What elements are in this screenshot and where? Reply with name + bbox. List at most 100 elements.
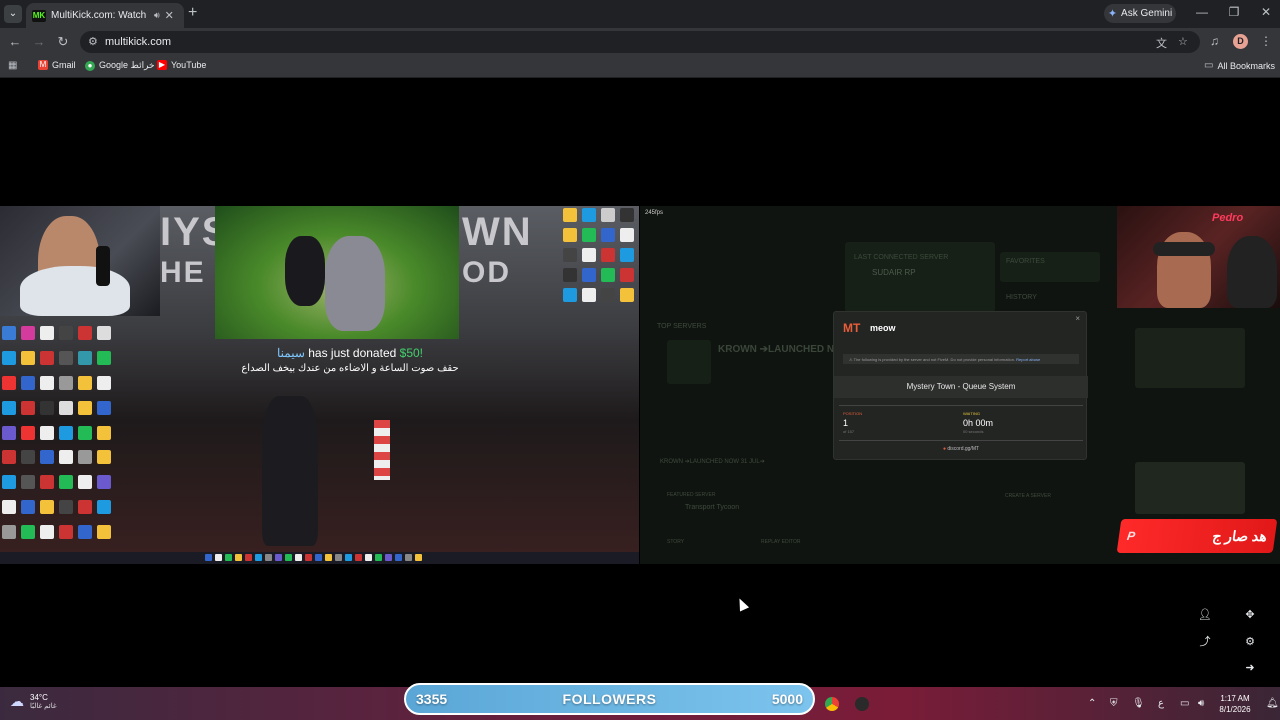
discord-link[interactable]: ● discord.gg/MT: [834, 446, 1088, 452]
weather-widget[interactable]: ☁︎ 34°C غائم غالبًا: [10, 693, 57, 710]
queue-modal: MT meow × ⚠ The following is provided by…: [833, 311, 1088, 460]
desktop-icon: [59, 500, 73, 515]
screen: ⌄ MK MultiKick.com: Watch Multi 🔊︎ ✕ + ✦…: [0, 0, 1280, 720]
neon-sign: Pedro: [1212, 212, 1244, 224]
panther-figure: [285, 236, 325, 306]
bookmark-star-icon[interactable]: ☆: [1178, 35, 1188, 48]
desktop-icon: [40, 525, 54, 540]
followers-label: FOLLOWERS: [562, 691, 657, 707]
browser-tab-bar: ⌄ MK MultiKick.com: Watch Multi 🔊︎ ✕ + ✦…: [0, 0, 1280, 28]
desktop-icon: [563, 268, 577, 282]
taskbar-icon: [225, 554, 232, 561]
language-indicator[interactable]: ع: [1158, 698, 1164, 709]
audio-playing-icon[interactable]: 🔊︎: [154, 10, 160, 21]
taskbar-icon: [335, 554, 342, 561]
bookmark-youtube[interactable]: ▶ YouTube: [157, 60, 206, 70]
restore-button[interactable]: ❐: [1222, 5, 1246, 19]
desktop-icon: [40, 350, 54, 365]
desktop-icons-left: [2, 326, 114, 546]
desktop-icon: [97, 525, 111, 540]
system-clock[interactable]: 1:17 AM 8/1/2026: [1216, 693, 1254, 715]
volume-icon[interactable]: 🔊︎: [1198, 698, 1204, 709]
desktop-icon: [97, 400, 111, 415]
site-info-icon[interactable]: ⚙︎: [88, 35, 98, 48]
settings-gear-icon[interactable]: ⚙︎: [1242, 634, 1258, 650]
menu-kebab-icon[interactable]: ⋮: [1260, 34, 1272, 48]
desktop-icon: [2, 400, 16, 415]
wallpaper-subtitle-text: OD: [462, 256, 511, 289]
bookmark-gmail[interactable]: M Gmail: [38, 60, 76, 70]
mic-icon[interactable]: 🎙︎: [1132, 698, 1145, 709]
discord-text: discord.gg/MT: [947, 446, 980, 452]
taskbar-icon: [205, 554, 212, 561]
featured-server-name: Transport Tycoon: [685, 504, 740, 511]
add-stream-icon[interactable]: 👤︎: [1197, 607, 1213, 623]
address-bar[interactable]: ⚙︎ multikick.com 文 ☆: [80, 31, 1200, 53]
tab-search-button[interactable]: ⌄: [4, 5, 22, 23]
close-window-button[interactable]: ✕: [1254, 5, 1278, 19]
back-button[interactable]: ←: [6, 34, 24, 49]
desktop-icon: [620, 248, 634, 262]
all-bookmarks-button[interactable]: ▭ All Bookmarks: [1204, 60, 1275, 71]
report-abuse-link[interactable]: Report abuse: [1016, 357, 1040, 362]
desktop-icon: [620, 268, 634, 282]
desktop-icon: [40, 400, 54, 415]
position-label: POSITION: [843, 411, 863, 416]
streamer-taskbar: [0, 552, 639, 564]
gmail-icon: M: [38, 60, 48, 70]
stream-player-left[interactable]: IYS WN HE E OD سيمنا has just donated $5…: [0, 206, 639, 564]
apps-grid-icon[interactable]: ▦: [8, 60, 17, 71]
reload-button[interactable]: ↻: [54, 34, 72, 50]
shield-icon[interactable]: ⛨: [1110, 698, 1118, 709]
new-tab-button[interactable]: +: [188, 5, 197, 21]
side-image: [1135, 462, 1245, 514]
forward-button[interactable]: →: [30, 34, 48, 49]
taskbar-icon: [345, 554, 352, 561]
weather-temp: 34°C: [30, 693, 48, 702]
donor-name: سيمنا: [276, 346, 305, 360]
banner-logo-icon: P: [1126, 529, 1136, 543]
notifications-icon[interactable]: 🔔︎: [1266, 698, 1279, 709]
network-icon[interactable]: ▭: [1180, 698, 1189, 709]
wallpaper-title-text: WN: [462, 210, 533, 254]
waiting-label: WAITING: [963, 411, 980, 416]
tray-overflow-icon[interactable]: ⌃: [1088, 698, 1096, 709]
donation-subtitle: حقف صوت الساعة و الاضاءه من عندك بيخف ال…: [241, 363, 459, 374]
share-icon[interactable]: ⤴: [1197, 634, 1213, 650]
top-servers-label: TOP SERVERS: [657, 323, 707, 330]
gaming-chair: [1227, 236, 1277, 308]
login-icon[interactable]: ➜: [1242, 660, 1258, 676]
minimize-button[interactable]: —: [1190, 5, 1214, 19]
taskbar-icon: [325, 554, 332, 561]
translate-icon[interactable]: 文: [1156, 35, 1167, 51]
desktop-icon: [601, 268, 615, 282]
clock-time: 1:17 AM: [1220, 694, 1250, 703]
desktop-icon: [97, 326, 111, 340]
profile-avatar[interactable]: D: [1233, 34, 1248, 49]
desktop-icon: [40, 425, 54, 440]
position-sub: of 157: [843, 429, 855, 434]
steam-icon[interactable]: [855, 697, 869, 711]
tab-multikick[interactable]: MK MultiKick.com: Watch Multi 🔊︎ ✕: [26, 3, 184, 28]
ask-gemini-button[interactable]: ✦ Ask Gemini: [1104, 4, 1176, 23]
taskbar-icon: [265, 554, 272, 561]
desktop-icon: [59, 350, 73, 365]
streamer-taskbar-icons: [205, 554, 422, 561]
desktop-icon: [2, 375, 16, 390]
move-layout-icon[interactable]: ✥: [1242, 607, 1258, 623]
mouse-cursor-icon: [734, 596, 750, 612]
streamer-webcam-right: Pedro: [1117, 206, 1280, 308]
desktop-icon: [2, 425, 16, 440]
tab-close-icon[interactable]: ✕: [165, 9, 174, 22]
desktop-icon: [21, 375, 35, 390]
desktop-icon: [40, 500, 54, 515]
followers-current: 3355: [416, 691, 448, 707]
server-notice: ⚠ The following is provided by the serve…: [843, 354, 1079, 364]
chrome-icon[interactable]: [825, 697, 839, 711]
bookmark-google-maps[interactable]: ● Google خرائط: [85, 60, 155, 71]
media-controls-icon[interactable]: ♫: [1210, 34, 1219, 48]
desktop-icon: [582, 208, 596, 222]
taskbar-icon: [415, 554, 422, 561]
modal-close-button[interactable]: ×: [1075, 314, 1080, 323]
krown-server-title: KROWN ➔LAUNCHED N: [718, 344, 835, 355]
